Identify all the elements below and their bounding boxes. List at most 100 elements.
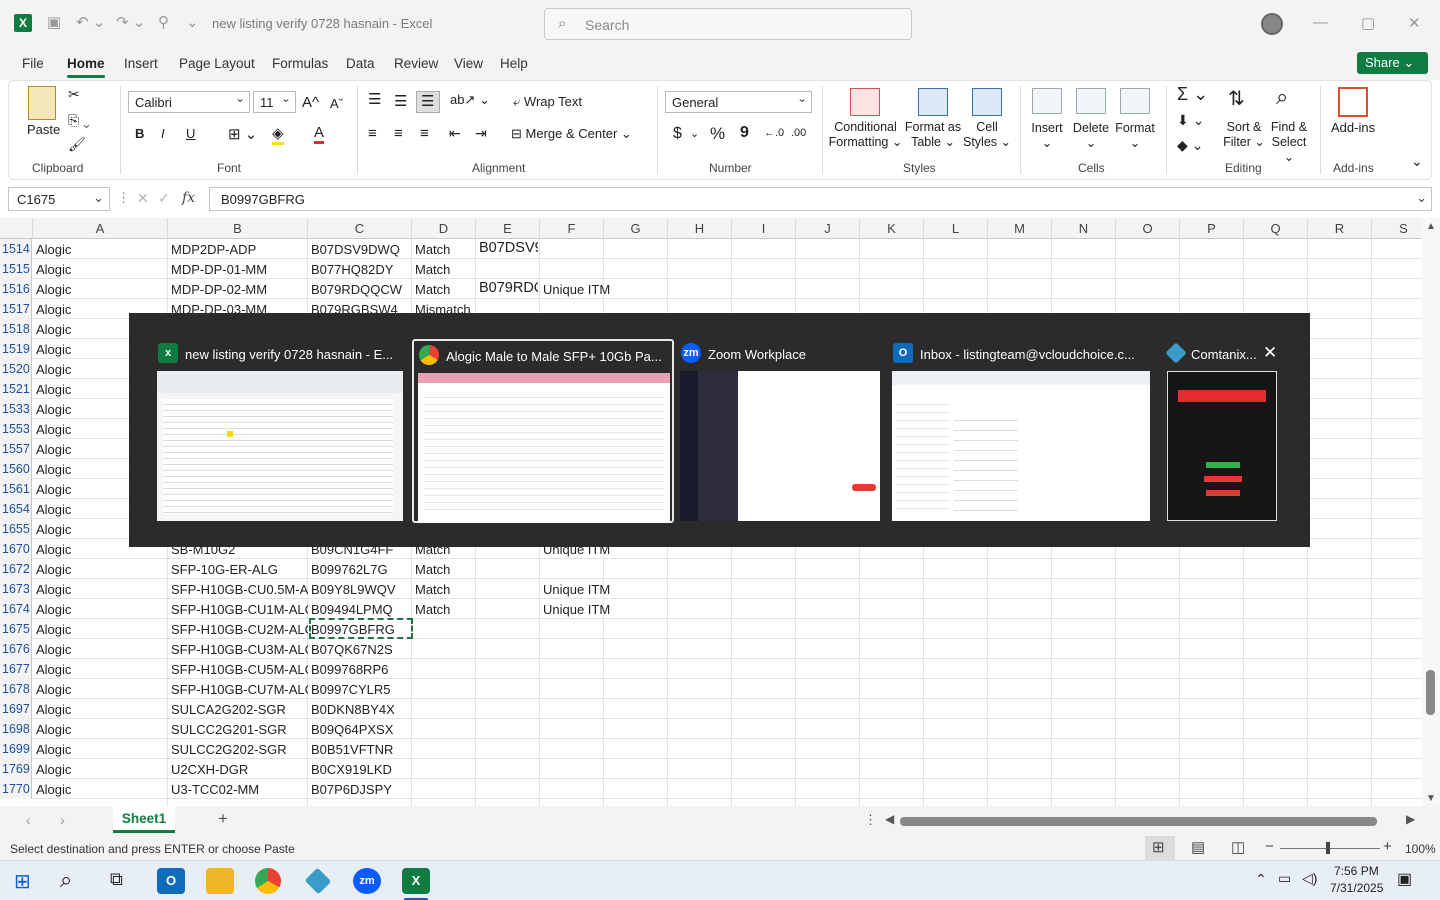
cell-styles-button[interactable]: Cell Styles ⌄ — [963, 120, 1011, 150]
column-header-g[interactable]: G — [604, 218, 668, 239]
tab-split-handle[interactable]: ⋮ — [864, 812, 877, 828]
cell-d[interactable] — [412, 759, 476, 779]
row-header[interactable]: 1533 — [0, 399, 32, 419]
cell-f[interactable] — [540, 259, 634, 279]
cell-b[interactable]: SULCA2G202-SGR — [168, 699, 308, 719]
comma-button[interactable]: 9 — [740, 124, 749, 142]
copy-icon[interactable]: ⎘ ⌄ — [68, 112, 90, 129]
bold-button[interactable]: B — [135, 126, 144, 141]
windows-start-icon[interactable]: ⊞ — [14, 869, 31, 894]
close-icon[interactable]: ✕ — [1263, 343, 1277, 363]
column-header-h[interactable]: H — [668, 218, 732, 239]
row-header[interactable]: 1520 — [0, 359, 32, 379]
column-header-k[interactable]: K — [860, 218, 924, 239]
scroll-left-icon[interactable]: ◀ — [885, 812, 894, 826]
outlook-taskbar-icon[interactable]: O — [157, 868, 185, 894]
paste-button[interactable]: Paste — [27, 122, 60, 137]
cell-f[interactable] — [540, 659, 634, 679]
align-middle-icon[interactable]: ☰ — [394, 92, 407, 110]
tab-home[interactable]: Home — [67, 56, 105, 78]
share-button[interactable]: Share ⌄ — [1357, 52, 1428, 74]
column-header-j[interactable]: J — [796, 218, 860, 239]
confirm-entry-icon[interactable]: ✓ — [158, 190, 170, 207]
close-window-icon[interactable]: ✕ — [1408, 14, 1421, 32]
sort-filter-button[interactable]: Sort & Filter ⌄ — [1222, 120, 1266, 150]
save-icon[interactable]: ▣ — [47, 13, 61, 31]
row-header[interactable]: 1699 — [0, 739, 32, 759]
underline-button[interactable]: U — [186, 126, 195, 141]
maximize-icon[interactable]: ▢ — [1361, 14, 1375, 32]
row-header[interactable]: 1698 — [0, 719, 32, 739]
cell-a[interactable]: Alogic — [33, 779, 168, 799]
cell-a[interactable]: Alogic — [33, 739, 168, 759]
page-break-view-icon[interactable]: ◫ — [1231, 838, 1245, 856]
currency-button[interactable]: $ — [673, 125, 682, 143]
volume-icon[interactable]: ◁) — [1302, 870, 1317, 887]
cell-d[interactable] — [412, 619, 476, 639]
cell-d[interactable]: Match — [412, 259, 476, 279]
column-header-n[interactable]: N — [1052, 218, 1116, 239]
cell-d[interactable] — [412, 679, 476, 699]
cell-b[interactable]: SULCC2G202-SGR — [168, 739, 308, 759]
cell-f[interactable]: Unique ITM — [540, 279, 634, 299]
cell-b[interactable]: MDP-DP-02-MM — [168, 279, 308, 299]
undo-icon[interactable]: ↶ ⌄ — [76, 13, 105, 31]
scroll-up-icon[interactable]: ▲ — [1426, 221, 1436, 232]
cell-f[interactable] — [540, 779, 634, 799]
select-all-corner[interactable] — [0, 218, 33, 239]
cell-d[interactable] — [412, 739, 476, 759]
minimize-icon[interactable]: — — [1313, 14, 1328, 31]
tab-insert[interactable]: Insert — [124, 56, 158, 71]
conditional-formatting-button[interactable]: Conditional Formatting ⌄ — [828, 120, 903, 150]
column-header-f[interactable]: F — [540, 218, 604, 239]
row-header[interactable]: 1670 — [0, 539, 32, 559]
align-left-icon[interactable]: ≡ — [368, 125, 377, 142]
tab-review[interactable]: Review — [394, 56, 438, 71]
cell-d[interactable] — [412, 699, 476, 719]
cell-c[interactable]: B099762L7G — [308, 559, 412, 579]
row-header[interactable]: 1553 — [0, 419, 32, 439]
cell-e[interactable] — [476, 699, 538, 719]
row-header[interactable]: 1560 — [0, 459, 32, 479]
cell-b[interactable]: SFP-H10GB-CU0.5M-AL — [168, 579, 308, 599]
formula-input[interactable]: B0997GBFRG ⌄ — [209, 187, 1432, 211]
column-header-i[interactable]: I — [732, 218, 796, 239]
cell-d[interactable]: Match — [412, 599, 476, 619]
cell-c[interactable]: B0B51VFTNR — [308, 739, 412, 759]
cell-d[interactable] — [412, 719, 476, 739]
orientation-icon[interactable]: ab↗ ⌄ — [450, 92, 490, 108]
cell-d[interactable]: Match — [412, 279, 476, 299]
cell-b[interactable]: SFP-H10GB-CU2M-ALG — [168, 619, 308, 639]
find-select-button[interactable]: Find & Select ⌄ — [1266, 120, 1312, 165]
cell-c[interactable]: B077HQ82DY — [308, 259, 412, 279]
clear-icon[interactable]: ◆ ⌄ — [1177, 137, 1203, 154]
row-header[interactable]: 1675 — [0, 619, 32, 639]
row-header[interactable]: 1676 — [0, 639, 32, 659]
cell-c[interactable]: B09Q64PXSX — [308, 719, 412, 739]
page-layout-view-icon[interactable]: ▤ — [1191, 838, 1205, 856]
cell-b[interactable]: SULCC2G201-SGR — [168, 719, 308, 739]
font-name-select[interactable]: Calibri — [128, 91, 250, 113]
zoom-slider[interactable] — [1280, 848, 1380, 849]
row-header[interactable]: 1677 — [0, 659, 32, 679]
switcher-tile-zoom[interactable]: zm Zoom Workplace — [678, 339, 882, 523]
show-hidden-icons-icon[interactable]: ⌃ — [1255, 871, 1267, 888]
cell-f[interactable] — [540, 699, 634, 719]
switcher-tile-outlook[interactable]: O Inbox - listingteam@vcloudchoice.c... — [890, 339, 1152, 523]
search-box[interactable]: ⌕ Search — [544, 8, 912, 40]
cell-f[interactable] — [540, 719, 634, 739]
cell-e[interactable] — [476, 779, 538, 799]
column-header-d[interactable]: D — [412, 218, 476, 239]
align-right-icon[interactable]: ≡ — [420, 125, 429, 142]
cut-icon[interactable]: ✂ — [68, 86, 80, 103]
column-header-a[interactable]: A — [33, 218, 168, 239]
cell-a[interactable]: Alogic — [33, 679, 168, 699]
fill-icon[interactable]: ⬇ ⌄ — [1177, 112, 1204, 129]
cell-e[interactable]: B079RDQ — [476, 279, 538, 299]
add-sheet-button[interactable]: + — [218, 809, 228, 829]
cell-f[interactable]: Unique ITM — [540, 579, 634, 599]
cell-b[interactable]: SFP-H10GB-CU3M-ALG — [168, 639, 308, 659]
row-header[interactable]: 1654 — [0, 499, 32, 519]
number-format-select[interactable]: General — [665, 91, 812, 113]
cell-f[interactable] — [540, 559, 634, 579]
